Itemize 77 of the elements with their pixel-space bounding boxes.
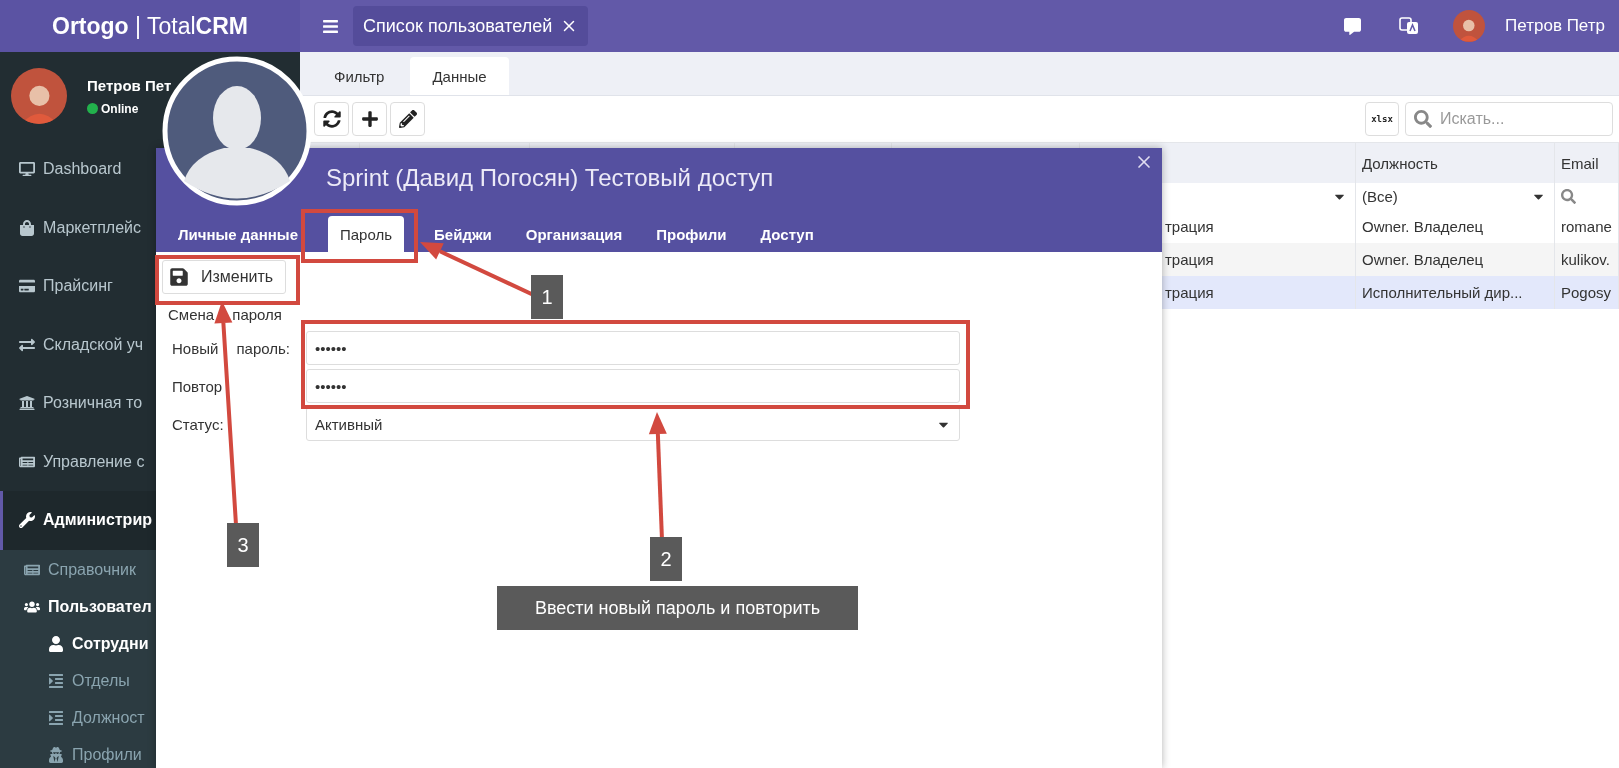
table-cell-text: kulikov. <box>1560 251 1610 268</box>
menu-item[interactable]: Dashboard <box>0 140 156 199</box>
avatar <box>11 68 67 124</box>
table-cell-text: трация <box>1164 218 1214 235</box>
menu-item[interactable]: Розничная то <box>0 374 156 433</box>
tab[interactable]: Фильтр <box>312 57 407 95</box>
shopping-bag-icon <box>19 219 35 236</box>
field-label: Повтор <box>171 377 224 395</box>
users-icon <box>24 599 40 615</box>
plus-icon <box>360 110 379 128</box>
menu-item[interactable]: Управление с <box>0 432 156 491</box>
tab[interactable]: Доступ <box>748 216 826 252</box>
save-button[interactable]: Изменить <box>162 260 287 294</box>
search-icon <box>1414 110 1432 128</box>
tab[interactable]: Профили <box>644 216 739 252</box>
exchange-icon <box>19 336 35 353</box>
menu-icon[interactable] <box>322 17 339 35</box>
submenu-item[interactable]: Сотрудни <box>0 625 156 663</box>
avatar[interactable] <box>1453 10 1486 42</box>
tab[interactable]: Пароль <box>328 216 405 252</box>
tab[interactable]: Данные <box>410 57 509 95</box>
step-marker: 3 <box>227 523 259 567</box>
user-name[interactable]: Петров Петр <box>1505 16 1605 36</box>
tab[interactable]: Бейджи <box>422 216 504 252</box>
translate-icon[interactable] <box>1399 16 1420 36</box>
tab[interactable]: Личные данные <box>166 216 310 252</box>
tab[interactable]: Организация <box>513 216 635 252</box>
open-tab[interactable]: Список пользователей <box>353 6 589 46</box>
submenu-item[interactable]: Пользовател <box>0 588 156 626</box>
monitor-icon <box>19 161 35 178</box>
submenu-item[interactable]: Отделы <box>0 662 156 700</box>
user-name: Петров Пет <box>87 76 172 94</box>
filter-dropdown[interactable]: (Все) <box>1356 183 1554 210</box>
menu-item[interactable]: Администрир <box>0 491 156 550</box>
section-title: Смена пароля <box>168 306 282 323</box>
password-field[interactable]: •••••• <box>306 331 960 365</box>
search-icon[interactable] <box>1561 189 1576 204</box>
menu-item[interactable]: Маркетплейс <box>0 198 156 257</box>
indent-icon <box>48 710 64 726</box>
table-cell-text: romane <box>1560 218 1612 235</box>
table-cell-text: Owner. Владелец <box>1361 251 1484 268</box>
save-icon <box>169 267 189 287</box>
submenu-item[interactable]: Профили <box>0 736 156 768</box>
credit-card-icon <box>19 278 35 295</box>
step-marker: 2 <box>650 537 682 581</box>
brand-logo: Ortogo | TotalCRM <box>0 0 300 52</box>
spy-icon <box>48 747 64 763</box>
table-cell-text: Owner. Владелец <box>1361 218 1484 235</box>
chat-icon[interactable] <box>1344 17 1362 35</box>
menu-item[interactable]: Складской уч <box>0 315 156 374</box>
callout: Ввести новый пароль и повторить <box>497 586 858 630</box>
submenu-item[interactable]: Должност <box>0 699 156 737</box>
edit-button[interactable] <box>390 102 425 136</box>
pencil-icon <box>398 110 417 128</box>
submenu-item[interactable]: Справочник <box>0 551 156 589</box>
table-cell-text: трация <box>1164 284 1214 301</box>
bank-icon <box>19 395 35 412</box>
menu-item[interactable]: Прайсинг <box>0 257 156 316</box>
export-button[interactable]: xlsx <box>1365 102 1399 136</box>
indent-icon <box>48 673 64 689</box>
step-marker: 1 <box>531 275 563 319</box>
user-icon <box>48 636 64 652</box>
refresh-icon <box>322 110 341 128</box>
table-cell-text: Исполнительный дир... <box>1361 284 1523 301</box>
table-cell-text: трация <box>1164 251 1214 268</box>
newspaper-icon <box>24 562 40 578</box>
dialog-title: Sprint (Давид Погосян) Тестовый доступ <box>325 163 774 192</box>
column-header[interactable]: Должность <box>1356 154 1438 172</box>
column-header[interactable]: Email <box>1555 154 1599 172</box>
refresh-button[interactable] <box>314 102 349 136</box>
field-label: Новый пароль: <box>171 339 292 357</box>
table-cell-text: Pogosy <box>1560 284 1612 301</box>
search-field[interactable]: Искать... <box>1405 102 1613 136</box>
wrench-icon <box>19 512 35 529</box>
password-field[interactable]: •••••• <box>306 369 960 403</box>
field-label: Статус: <box>171 415 225 433</box>
add-button[interactable] <box>352 102 387 136</box>
